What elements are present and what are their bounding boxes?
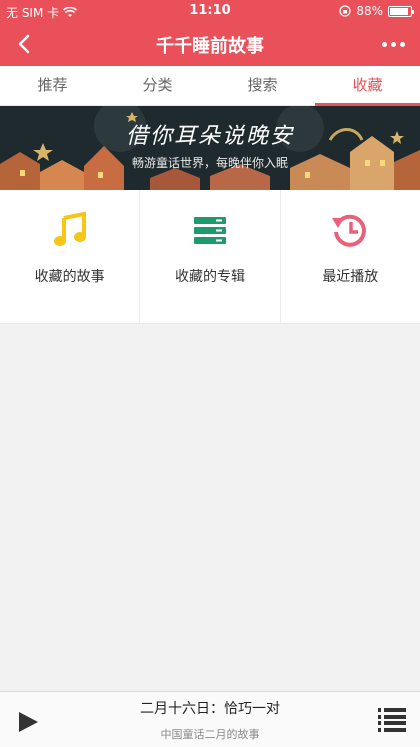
tab-search[interactable]: 搜索 [210,66,315,105]
battery-percent: 88% [356,4,383,18]
now-playing-subtitle: 中国童话二月的故事 [160,728,260,741]
nav-bar: 千千睡前故事 [0,22,420,66]
banner-subtitle: 畅游童话世界，每晚伴你入眠 [131,156,288,170]
page-title: 千千睡前故事 [156,36,264,57]
status-bar: 无 SIM 卡 11:10 88% [0,0,420,22]
list-icon-row [378,721,406,726]
tab-category[interactable]: 分类 [105,66,210,105]
favorites-grid: 收藏的故事 收藏的专辑 最近播放 [0,190,420,324]
playlist-button[interactable] [378,708,406,732]
mini-player: 二月十六日：恰巧一对 中国童话二月的故事 [0,691,420,747]
favorite-stories-label: 收藏的故事 [34,269,105,285]
more-dot-icon [399,41,405,47]
recent-plays-label: 最近播放 [322,269,379,285]
recent-plays-button[interactable]: 最近播放 [281,190,420,323]
favorite-albums-button[interactable]: 收藏的专辑 [140,190,281,323]
album-stack-icon [193,217,226,244]
status-right: 88% [339,4,414,18]
now-playing-title[interactable]: 二月十六日：恰巧一对 [60,698,360,718]
history-icon [332,214,367,247]
more-dot-icon [390,41,396,47]
orientation-lock-icon [339,5,351,17]
music-note-icon [53,211,86,246]
favorite-stories-button[interactable]: 收藏的故事 [0,190,141,323]
list-icon-row [378,714,406,719]
tab-favorites[interactable]: 收藏 [315,66,420,106]
list-icon-row [378,727,406,732]
banner[interactable]: 借你耳朵说晚安 畅游童话世界，每晚伴你入眠 [0,106,420,190]
tab-bar: 推荐 分类 搜索 收藏 [0,66,420,106]
play-icon [19,712,38,732]
list-icon-row [378,708,406,712]
battery-icon [388,5,414,17]
battery-level [390,7,408,15]
banner-title: 借你耳朵说晚安 [125,124,294,149]
favorite-albums-label: 收藏的专辑 [174,269,245,285]
more-dot-icon [381,41,387,47]
tab-recommend[interactable]: 推荐 [0,66,105,105]
play-button[interactable] [16,710,40,734]
more-button[interactable] [378,30,408,58]
